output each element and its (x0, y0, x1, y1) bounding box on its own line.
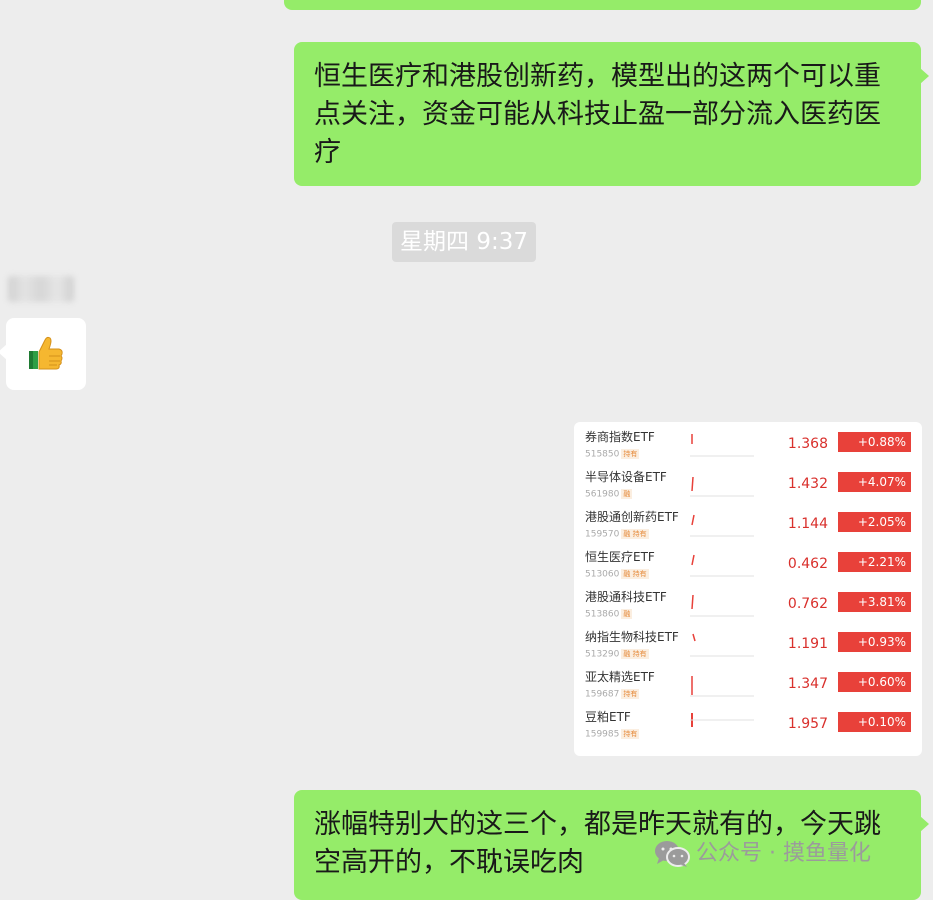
sparkline (690, 476, 754, 497)
etf-tag: 持有 (621, 449, 640, 459)
etf-name: 纳指生物科技ETF (585, 630, 679, 644)
message-line: 点关注，资金可能从科技止盈一部分流入医药医 (314, 99, 881, 130)
etf-change-badge: +0.93% (838, 632, 911, 652)
etf-code: 513060 融 持有 (585, 569, 649, 580)
etf-change-badge: +0.60% (838, 672, 911, 692)
sparkline (690, 594, 754, 617)
etf-row[interactable]: 半导体设备ETF 561980 融 1.432 +4.07% (574, 465, 922, 505)
etf-row[interactable]: 纳指生物科技ETF 513290 融 持有 1.191 +0.93% (574, 625, 922, 665)
bubble-tail (0, 344, 7, 360)
etf-price: 1.957 (787, 716, 828, 732)
bubble-tail (920, 816, 929, 832)
wechat-icon (655, 841, 690, 867)
etf-name: 亚太精选ETF (585, 670, 655, 684)
etf-price: 1.347 (787, 676, 828, 692)
etf-name: 港股通创新药ETF (585, 510, 679, 524)
etf-code: 513290 融 持有 (585, 649, 649, 660)
sparkline (690, 434, 754, 457)
etf-code: 159687 持有 (585, 689, 640, 700)
etf-name: 豆粕ETF (585, 710, 631, 724)
sparkline (690, 514, 754, 537)
etf-change-badge: +0.88% (838, 432, 911, 452)
etf-tag: 持有 (621, 689, 640, 699)
blurred-sender-name (8, 276, 74, 302)
etf-code: 515850 持有 (585, 449, 640, 460)
sparkline (690, 676, 754, 697)
etf-row[interactable]: 港股通创新药ETF 159570 融 持有 1.144 +2.05% (574, 505, 922, 545)
etf-name: 券商指数ETF (585, 430, 655, 444)
etf-name: 半导体设备ETF (585, 470, 667, 484)
etf-row[interactable]: 恒生医疗ETF 513060 融 持有 0.462 +2.21% (574, 545, 922, 585)
etf-row[interactable]: 亚太精选ETF 159687 持有 1.347 +0.60% (574, 665, 922, 705)
etf-tag: 融 持有 (621, 569, 649, 579)
etf-change-badge: +2.21% (838, 552, 911, 572)
thumbs-up-icon (29, 336, 63, 370)
etf-change-badge: +0.10% (838, 712, 911, 732)
etf-code: 159985 持有 (585, 729, 640, 740)
etf-change-badge: +2.05% (838, 512, 911, 532)
etf-watchlist-image[interactable]: 券商指数ETF 515850 持有 1.368 +0.88% 半导体设备ETF 5… (574, 422, 922, 756)
sparkline (690, 633, 754, 657)
message-bubble-1[interactable]: 恒生医疗和港股创新药，模型出的这两个可以重 点关注，资金可能从科技止盈一部分流入… (294, 42, 929, 186)
etf-price: 1.368 (787, 436, 828, 452)
etf-name: 港股通科技ETF (585, 590, 667, 604)
message-line: 恒生医疗和港股创新药，模型出的这两个可以重 (314, 61, 881, 92)
etf-tag: 融 持有 (621, 649, 649, 659)
watermark-text: 公众号 · 摸鱼量化 (696, 841, 871, 866)
etf-code: 159570 融 持有 (585, 529, 649, 540)
etf-change-badge: +4.07% (838, 472, 911, 492)
previous-message-bubble[interactable] (284, 0, 921, 10)
etf-row[interactable]: 券商指数ETF 515850 持有 1.368 +0.88% (574, 425, 922, 465)
sparkline (690, 554, 754, 577)
etf-code: 513860 融 (585, 609, 633, 620)
etf-row[interactable]: 港股通科技ETF 513860 融 0.762 +3.81% (574, 585, 922, 625)
etf-row[interactable]: 豆粕ETF 159985 持有 1.957 +0.10% (574, 705, 922, 745)
etf-tag: 持有 (621, 729, 640, 739)
etf-change-badge: +3.81% (838, 592, 911, 612)
etf-price: 0.462 (787, 556, 828, 572)
message-line: 疗 (314, 137, 341, 168)
reaction-bubble[interactable] (0, 318, 86, 390)
etf-price: 1.432 (787, 476, 828, 492)
etf-name: 恒生医疗ETF (585, 550, 655, 564)
etf-code: 561980 融 (585, 489, 633, 500)
etf-tag: 融 (621, 609, 633, 619)
etf-price: 1.191 (787, 636, 828, 652)
timestamp: 星期四 9:37 (392, 222, 536, 262)
etf-tag: 融 持有 (621, 529, 649, 539)
etf-tag: 融 (621, 489, 633, 499)
etf-price: 1.144 (787, 516, 828, 532)
sparkline (690, 713, 754, 727)
etf-price: 0.762 (787, 596, 828, 612)
bubble-tail (920, 68, 929, 84)
